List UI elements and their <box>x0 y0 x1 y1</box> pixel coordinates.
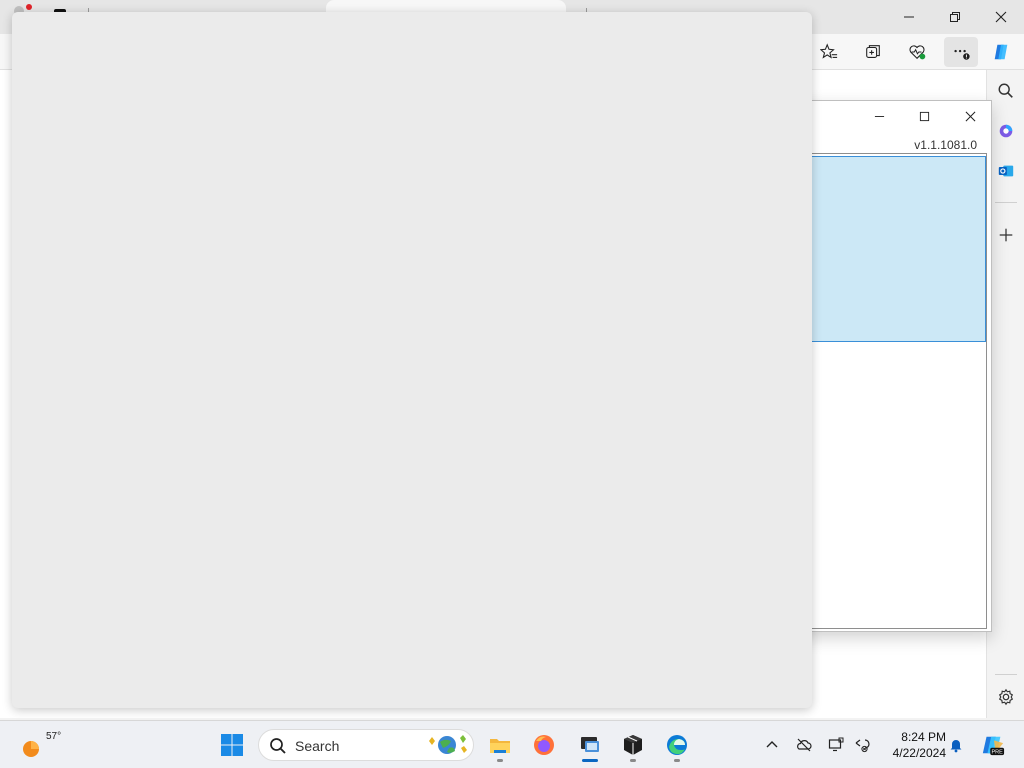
clock-time: 8:24 PM <box>901 730 946 744</box>
search-highlight-icon <box>429 735 467 754</box>
close-icon <box>995 11 1007 23</box>
favorites-icon <box>820 43 838 59</box>
cloud-offline-icon <box>797 738 812 752</box>
svg-text:PRE: PRE <box>991 750 1003 756</box>
sidebar-settings-button[interactable] <box>991 682 1021 712</box>
favorites-button[interactable] <box>812 37 846 67</box>
selection-rectangle <box>782 156 986 342</box>
copilot-button[interactable] <box>984 37 1018 67</box>
sidebar-add-button[interactable] <box>991 220 1021 250</box>
settings-icon <box>998 688 1014 706</box>
weather-temperature: 57° <box>46 731 62 742</box>
sidebar-copilot-button[interactable] <box>991 116 1021 146</box>
running-indicator <box>674 759 680 762</box>
collections-icon <box>866 45 880 58</box>
taskbar-edge[interactable] <box>657 727 697 763</box>
minimize-icon <box>874 115 884 117</box>
recording-indicator-icon <box>26 4 32 10</box>
more-options-button[interactable] <box>944 37 978 67</box>
add-icon <box>999 228 1013 242</box>
browser-essentials-button[interactable] <box>900 37 934 67</box>
browser-minimize-button[interactable] <box>886 0 932 34</box>
display-icon <box>828 737 844 752</box>
firefox-icon <box>534 735 554 755</box>
sidebar-divider <box>995 202 1017 203</box>
search-icon <box>998 83 1013 98</box>
collections-button[interactable] <box>856 37 890 67</box>
sidebar-search-button[interactable] <box>991 76 1021 106</box>
close-icon <box>965 111 975 121</box>
search-icon <box>270 738 286 754</box>
notifications-button[interactable] <box>944 733 968 757</box>
package-icon <box>624 735 642 755</box>
app-close-button[interactable] <box>947 101 993 131</box>
chevron-up-icon <box>766 741 778 748</box>
sidebar-outlook-button[interactable] <box>991 156 1021 186</box>
copilot-taskbar-button[interactable]: PRE <box>980 732 1006 758</box>
more-options-icon <box>954 49 970 60</box>
taskbar-package-app[interactable] <box>613 727 653 763</box>
app-minimize-button[interactable] <box>856 101 902 131</box>
taskbar-remote-desktop[interactable] <box>570 727 610 763</box>
taskbar-firefox[interactable] <box>524 727 564 763</box>
copilot-sidebar-icon <box>999 124 1013 138</box>
remote-desktop-icon <box>581 737 599 752</box>
app-maximize-button[interactable] <box>901 101 947 131</box>
app-version-label: v1.1.1081.0 <box>914 138 977 152</box>
taskbar-search-box[interactable]: Search <box>258 729 474 761</box>
clock-date: 4/22/2024 <box>892 746 946 760</box>
edge-browser-icon <box>667 735 687 755</box>
bell-icon <box>950 740 962 753</box>
weather-sun-icon <box>23 741 39 757</box>
search-placeholder: Search <box>295 738 340 754</box>
maximize-icon <box>919 111 929 121</box>
onedrive-tray-button[interactable] <box>792 733 816 757</box>
copilot-pre-icon: PRE <box>982 736 1005 756</box>
outlook-icon <box>998 165 1014 177</box>
file-explorer-icon <box>490 739 510 753</box>
running-indicator <box>630 759 636 762</box>
taskbar-file-explorer[interactable] <box>480 727 520 763</box>
display-tray-button[interactable] <box>824 733 848 757</box>
windows-logo-icon <box>221 734 243 756</box>
sidebar-divider <box>995 674 1017 675</box>
app-titlebar[interactable] <box>781 101 991 131</box>
network-disconnected-icon <box>855 739 870 753</box>
overlay-panel[interactable] <box>12 12 812 708</box>
show-hidden-icons-button[interactable] <box>760 733 784 757</box>
weather-widget[interactable]: 57° <box>14 727 74 763</box>
copilot-icon <box>994 44 1008 60</box>
active-indicator <box>582 759 598 762</box>
network-tray-button[interactable] <box>850 733 874 757</box>
browser-close-button[interactable] <box>978 0 1024 34</box>
taskbar-clock[interactable]: 8:24 PM 4/22/2024 <box>884 729 946 761</box>
restore-icon <box>950 12 960 22</box>
minimize-icon <box>904 16 914 18</box>
running-indicator <box>497 759 503 762</box>
start-button[interactable] <box>212 727 252 763</box>
browser-essentials-icon <box>909 45 926 60</box>
taskbar: 57° Search 8:24 PM 4/22/2024 PRE <box>0 720 1024 768</box>
browser-restore-button[interactable] <box>932 0 978 34</box>
